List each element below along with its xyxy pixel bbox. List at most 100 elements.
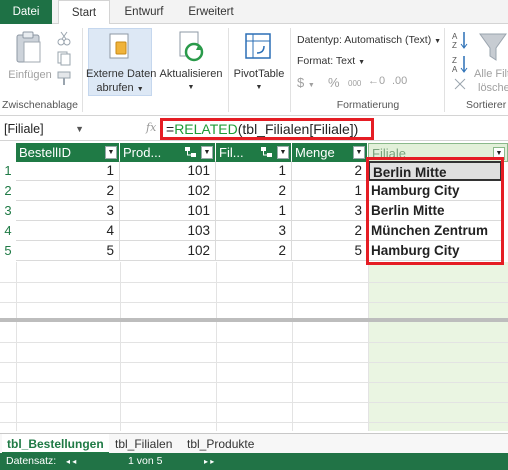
highlight-box (366, 157, 504, 265)
svg-text:A: A (452, 32, 458, 41)
refresh-icon[interactable] (176, 30, 206, 64)
sheet-tab-bestellungen[interactable]: tbl_Bestellungen (2, 434, 109, 454)
refresh-button-label[interactable]: Aktualisieren (158, 67, 224, 81)
column-header-produkt[interactable]: Prod... ▼ (120, 143, 216, 162)
grid-line (0, 302, 508, 303)
filter-dropdown-icon[interactable]: ▼ (201, 146, 213, 159)
sort-ascending-icon[interactable]: A Z (452, 30, 470, 50)
group-separator (228, 28, 229, 112)
filter-icon[interactable] (478, 32, 508, 64)
external-data-button-line2[interactable]: abrufen ▼ (86, 81, 154, 97)
cut-icon[interactable] (56, 30, 72, 46)
format-dropdown[interactable]: Format: Text ▼ (297, 55, 365, 67)
grid-line (368, 262, 369, 431)
column-header-bestellid[interactable]: BestellID ▼ (16, 143, 120, 162)
calculated-column-fill (368, 322, 508, 431)
grid-line (0, 382, 508, 383)
paste-button-label[interactable]: Einfügen (4, 68, 56, 82)
row-header[interactable]: 5 (0, 241, 16, 261)
pivottable-icon[interactable] (244, 32, 272, 62)
cell-menge[interactable]: 2 (292, 161, 368, 181)
grid-line (292, 262, 293, 431)
cell-filiale-id[interactable]: 2 (216, 181, 292, 201)
grid-splitter[interactable] (0, 318, 508, 322)
clear-sort-icon[interactable] (452, 76, 470, 92)
paste-icon[interactable] (14, 30, 44, 64)
group-separator (82, 28, 83, 112)
increase-decimal-button[interactable]: ←0 (368, 75, 385, 87)
cell-produkt[interactable]: 101 (120, 201, 216, 221)
record-label: Datensatz: (6, 455, 57, 467)
grid-line (0, 282, 508, 283)
name-box[interactable]: [Filiale] ▼ (4, 120, 140, 138)
tab-datei[interactable]: Datei (0, 0, 52, 24)
ribbon: Einfügen Zwischenablage Externe Daten ab… (0, 24, 508, 116)
cell-produkt[interactable]: 102 (120, 181, 216, 201)
row-header[interactable]: 4 (0, 221, 16, 241)
tab-erweitert[interactable]: Erweitert (178, 0, 244, 24)
filter-dropdown-icon[interactable]: ▼ (353, 146, 365, 159)
filter-dropdown-icon[interactable]: ▼ (277, 146, 289, 159)
cell-menge[interactable]: 2 (292, 221, 368, 241)
thousands-format-button[interactable]: 000 (348, 79, 361, 88)
datatype-dropdown[interactable]: Datentyp: Automatisch (Text) ▼ (297, 34, 441, 46)
decrease-decimal-button[interactable]: .00 (392, 75, 407, 87)
clipboard-group-label: Zwischenablage (2, 99, 78, 111)
clear-filters-button-line2[interactable]: löschen (478, 81, 508, 95)
grid-line (120, 262, 121, 431)
cell-filiale-id[interactable]: 2 (216, 241, 292, 261)
svg-text:Z: Z (452, 56, 457, 65)
format-copy-icon[interactable] (56, 70, 72, 86)
cell-bestellid[interactable]: 5 (16, 241, 120, 261)
cell-bestellid[interactable]: 1 (16, 161, 120, 181)
sheet-tab-filialen[interactable]: tbl_Filialen (110, 434, 177, 454)
svg-text:Z: Z (452, 41, 457, 50)
cell-menge[interactable]: 1 (292, 181, 368, 201)
tab-entwurf[interactable]: Entwurf (116, 0, 172, 24)
pivottable-dropdown-arrow[interactable]: ▼ (232, 81, 286, 95)
cell-filiale-id[interactable]: 3 (216, 221, 292, 241)
cell-filiale-id[interactable]: 1 (216, 161, 292, 181)
row-header[interactable]: 1 (0, 161, 16, 181)
sheet-tab-produkte[interactable]: tbl_Produkte (182, 434, 259, 454)
name-box-dropdown-icon[interactable]: ▼ (75, 120, 84, 138)
cell-bestellid[interactable]: 4 (16, 221, 120, 241)
refresh-dropdown-arrow[interactable]: ▼ (158, 81, 224, 95)
copy-icon[interactable] (56, 50, 72, 66)
formula-bar: [Filiale] ▼ fx =RELATED(tbl_Filialen[Fil… (0, 117, 508, 141)
sort-descending-icon[interactable]: Z A (452, 54, 470, 74)
column-header-menge[interactable]: Menge ▼ (292, 143, 368, 162)
fx-icon: fx (146, 121, 157, 134)
sheet-tab-bar: tbl_Bestellungen tbl_Filialen tbl_Produk… (0, 433, 508, 454)
relationship-icon (261, 147, 272, 157)
percent-format-button[interactable]: % (328, 75, 340, 90)
clear-filters-button-line1[interactable]: Alle Filte (474, 67, 508, 81)
group-separator (290, 28, 291, 112)
tab-start[interactable]: Start (58, 0, 110, 25)
row-header[interactable]: 2 (0, 181, 16, 201)
next-record-button[interactable]: ▸ ▸ (204, 453, 214, 470)
currency-format-button[interactable]: $ ▼ (297, 75, 315, 90)
cell-filiale-id[interactable]: 1 (216, 201, 292, 221)
filter-dropdown-icon[interactable]: ▼ (105, 146, 117, 159)
cell-bestellid[interactable]: 2 (16, 181, 120, 201)
grid-line (0, 362, 508, 363)
cell-produkt[interactable]: 103 (120, 221, 216, 241)
grid-line (216, 262, 217, 431)
row-header[interactable]: 3 (0, 201, 16, 221)
grid-line (0, 402, 508, 403)
cell-produkt[interactable]: 101 (120, 161, 216, 181)
grid-line (0, 422, 508, 423)
record-position: 1 von 5 (128, 455, 163, 467)
grid-line (0, 342, 508, 343)
pivottable-button-label[interactable]: PivotTable (232, 67, 286, 81)
first-record-button[interactable]: ◂ ◂ (66, 453, 76, 470)
cell-menge[interactable]: 3 (292, 201, 368, 221)
cell-bestellid[interactable]: 3 (16, 201, 120, 221)
cell-menge[interactable]: 5 (292, 241, 368, 261)
cell-produkt[interactable]: 102 (120, 241, 216, 261)
external-data-button-line1[interactable]: Externe Daten (86, 67, 156, 81)
external-data-icon[interactable] (108, 32, 132, 62)
formula-input[interactable]: =RELATED(tbl_Filialen[Filiale]) (160, 118, 374, 140)
column-header-filiale-id[interactable]: Fil... ▼ (216, 143, 292, 162)
